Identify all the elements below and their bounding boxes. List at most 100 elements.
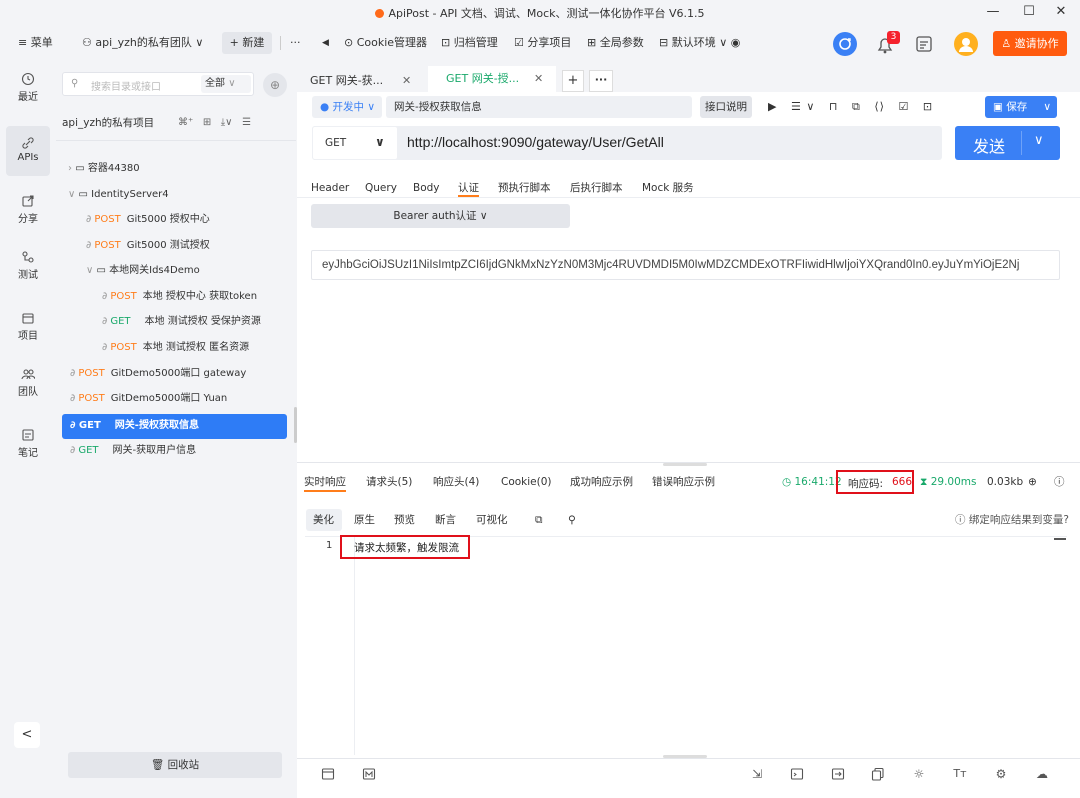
import-icon[interactable]	[831, 767, 845, 781]
method-select[interactable]: GET ∨	[312, 126, 398, 160]
tree-item[interactable]: ∂ POST 本地 测试授权 匿名资源	[102, 338, 249, 358]
format-tab-assert[interactable]: 断言	[435, 512, 456, 528]
save-button[interactable]: ▣ 保存 ∨	[985, 96, 1057, 118]
archive-button[interactable]: ⊡ 归档管理	[441, 33, 498, 53]
bind-variable-link[interactable]: ⓘ 绑定响应结果到变量?	[955, 512, 1069, 528]
doc-icon[interactable]: ☰ ∨	[791, 100, 815, 113]
menu-button[interactable]: ≡ 菜单	[18, 33, 53, 53]
url-input[interactable]: http://localhost:9090/gateway/User/GetAl…	[407, 134, 664, 150]
tree-item[interactable]: ∂ POST Git5000 测试授权	[86, 236, 210, 256]
export-icon[interactable]: ⊡	[923, 100, 933, 113]
layout-icon[interactable]	[321, 767, 335, 781]
rail-recent[interactable]: 最近	[0, 72, 56, 103]
resp-tab-success-example[interactable]: 成功响应示例	[570, 474, 633, 490]
locate-icon[interactable]: ⊕	[263, 73, 287, 97]
subtab-query[interactable]: Query	[365, 179, 397, 197]
chevron-down-icon[interactable]: ∨	[1034, 133, 1044, 148]
resp-tab-error-example[interactable]: 错误响应示例	[652, 474, 715, 490]
notes-icon[interactable]	[914, 34, 934, 54]
add-api-icon[interactable]: ⌘⁺	[178, 117, 193, 128]
search-icon[interactable]: ⚲	[568, 512, 576, 528]
maximize-button[interactable]: ☐	[1014, 2, 1044, 22]
resp-tab-req-headers[interactable]: 请求头(5)	[366, 474, 412, 490]
resize-handle[interactable]	[663, 463, 707, 466]
tree-folder[interactable]: › ▭ 容器44380	[68, 159, 140, 179]
collapse-icon[interactable]: ⇲	[750, 767, 764, 781]
api-doc-button[interactable]: 接口说明	[700, 96, 752, 118]
add-tab-button[interactable]: +	[562, 70, 584, 92]
subtab-post-script[interactable]: 后执行脚本	[570, 179, 623, 197]
subtab-auth[interactable]: 认证	[458, 179, 479, 197]
tree-item-selected[interactable]: ∂ GET 网关-授权获取信息	[62, 414, 287, 439]
search-input[interactable]: ⚲ 搜索目录或接口 全部 ∨	[62, 72, 254, 96]
sort-icon[interactable]: ☰	[242, 117, 251, 128]
rail-team[interactable]: 团队	[0, 367, 56, 398]
tree-item[interactable]: ∂ POST Git5000 授权中心	[86, 210, 210, 230]
format-tab-raw[interactable]: 原生	[354, 512, 375, 528]
invite-button[interactable]: ♙ 邀请协作	[993, 31, 1067, 56]
close-icon[interactable]: ✕	[402, 70, 411, 92]
import-icon[interactable]: ⤓∨	[221, 117, 233, 128]
team-selector[interactable]: ⚇ api_yzh的私有团队 ∨	[82, 33, 203, 53]
resp-tab-cookie[interactable]: Cookie(0)	[501, 474, 552, 490]
copy-icon[interactable]: ⧉	[852, 100, 861, 113]
tree-folder[interactable]: ∨ ▭ 本地网关Ids4Demo	[86, 261, 200, 281]
play-icon[interactable]: ▶	[768, 100, 777, 113]
back-arrow-icon[interactable]: ◀	[322, 33, 329, 53]
tree-item[interactable]: ∂ GET 网关-获取用户信息	[70, 441, 196, 461]
resize-handle[interactable]	[663, 755, 707, 758]
code-icon[interactable]: ⟨⟩	[874, 100, 885, 113]
cloud-icon[interactable]: ☁	[1035, 767, 1049, 781]
request-tab-active[interactable]: GET 网关-授... ✕	[428, 66, 556, 92]
tab-more-button[interactable]: ···	[589, 70, 613, 92]
globe-icon[interactable]: ⊕	[1028, 474, 1037, 490]
auth-type-select[interactable]: Bearer auth认证 ∨	[311, 204, 570, 228]
settings-icon[interactable]: ⚙	[994, 767, 1008, 781]
filter-select[interactable]: 全部 ∨	[201, 75, 251, 93]
font-size-icon[interactable]: Tт	[953, 767, 967, 781]
tree-item[interactable]: ∂ POST 本地 授权中心 获取token	[102, 287, 257, 307]
rail-apis[interactable]: APIs	[0, 136, 56, 163]
rail-share[interactable]: 分享	[0, 194, 56, 225]
subtab-pre-script[interactable]: 预执行脚本	[498, 179, 551, 197]
tree-item[interactable]: ∂ POST GitDemo5000端口 gateway	[70, 364, 246, 384]
close-button[interactable]: ✕	[1046, 2, 1076, 22]
sun-icon[interactable]: ☼	[912, 767, 926, 781]
request-name-input[interactable]: 网关-授权获取信息	[386, 96, 692, 118]
new-button[interactable]: + 新建	[222, 32, 272, 54]
status-selector[interactable]: ● 开发中 ∨	[312, 96, 382, 118]
markdown-icon[interactable]	[362, 767, 376, 781]
more-button[interactable]: ···	[290, 33, 301, 53]
rail-notes[interactable]: 笔记	[0, 428, 56, 459]
resp-tab-resp-headers[interactable]: 响应头(4)	[433, 474, 479, 490]
lock-icon[interactable]: ⊓	[829, 100, 839, 113]
subtab-header[interactable]: Header	[311, 179, 349, 197]
info-icon[interactable]: ⓘ	[1054, 474, 1065, 490]
rail-project[interactable]: 项目	[0, 311, 56, 342]
tree-folder[interactable]: ∨ ▭ IdentityServer4	[68, 185, 169, 205]
subtab-body[interactable]: Body	[413, 179, 440, 197]
token-input[interactable]: eyJhbGciOiJSUzI1NiIsImtpZCI6IjdGNkMxNzYz…	[311, 250, 1060, 280]
recycle-bin-button[interactable]: 🗑 回收站	[68, 752, 282, 778]
format-tab-pretty[interactable]: 美化	[313, 512, 334, 528]
console-icon[interactable]	[790, 767, 804, 781]
tree-item[interactable]: ∂ POST GitDemo5000端口 Yuan	[70, 389, 227, 409]
rail-test[interactable]: 测试	[0, 250, 56, 281]
collapse-sidebar-button[interactable]: <	[14, 722, 40, 748]
global-params-button[interactable]: ⊞ 全局参数	[587, 33, 644, 53]
format-tab-visualize[interactable]: 可视化	[476, 512, 508, 528]
request-tab[interactable]: GET 网关-获... ✕	[310, 70, 422, 92]
share-icon[interactable]: ☑	[898, 100, 909, 113]
copy-icon[interactable]: ⧉	[535, 512, 543, 528]
close-icon[interactable]: ✕	[534, 66, 543, 92]
format-tab-preview[interactable]: 预览	[394, 512, 415, 528]
cookie-manager-button[interactable]: ⊙ Cookie管理器	[344, 33, 427, 53]
add-folder-icon[interactable]: ⊞	[203, 117, 211, 128]
send-button[interactable]: 发送 ∨	[955, 126, 1060, 160]
subtab-mock[interactable]: Mock 服务	[642, 179, 694, 197]
avatar[interactable]	[954, 32, 978, 56]
env-selector[interactable]: ⊟ 默认环境 ∨ ◉	[659, 33, 740, 53]
sync-icon[interactable]	[833, 32, 857, 56]
share-project-button[interactable]: ☑ 分享项目	[514, 33, 571, 53]
tree-item[interactable]: ∂ GET 本地 测试授权 受保护资源	[102, 312, 261, 332]
